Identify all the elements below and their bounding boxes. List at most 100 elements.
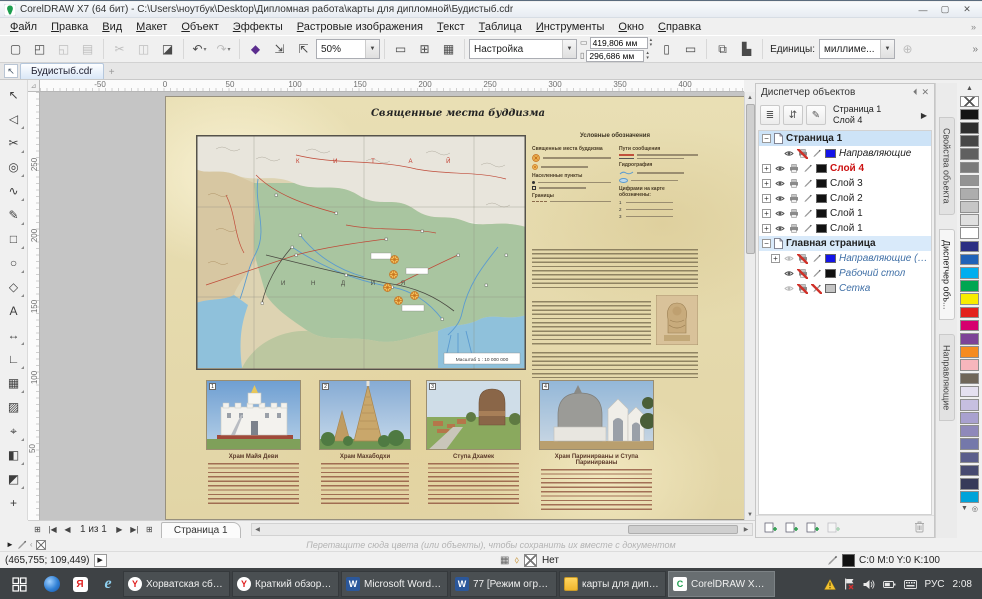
palette-color-swatch[interactable] [960,122,979,134]
scroll-down-button[interactable]: ▼ [745,509,755,520]
tree-row-master-page[interactable]: − Главная страница [759,236,931,251]
palette-color-swatch[interactable] [960,241,979,253]
paste-button[interactable]: ◪ [156,38,179,60]
palette-color-swatch[interactable] [960,412,979,424]
previous-page-button[interactable]: ◀ [60,523,75,537]
drawing-scale-button[interactable]: ▙ [735,38,758,60]
smart-fill-tool[interactable]: ◩ [2,467,26,491]
visibility-eye-icon[interactable] [774,194,785,204]
tree-row-layer4[interactable]: + Слой 4 [759,161,931,176]
menu-item[interactable]: Растровые изображения [290,20,430,34]
palette-color-swatch[interactable] [960,320,979,332]
copy-settings-button[interactable]: ⧉ [711,38,734,60]
taskbar-task-button[interactable]: W77 [Режим огранич... [450,571,557,597]
menu-item[interactable]: Инструменты [529,20,612,34]
menu-item[interactable]: Вид [95,20,129,34]
editable-pen-icon[interactable] [811,149,822,159]
portrait-button[interactable]: ▯ [655,38,678,60]
menu-item[interactable]: Макет [129,20,174,34]
editable-pen-icon[interactable] [802,179,813,189]
artistic-media-tool[interactable]: ✎ [2,203,26,227]
menu-item[interactable]: Справка [651,20,708,34]
expand-toggle[interactable]: + [762,194,771,203]
print-button[interactable]: ▤ [76,38,99,60]
pick-tool[interactable]: ↖ [2,83,26,107]
palette-color-swatch[interactable] [960,135,979,147]
browser-quick-launch[interactable] [38,568,66,599]
visibility-eye-icon[interactable] [783,254,794,264]
layer-color-swatch[interactable] [825,254,836,263]
vertical-scrollbar[interactable]: ▲ ▼ [744,92,755,520]
spinner[interactable]: ▴▾ [646,51,649,61]
collapse-toggle[interactable]: − [762,134,771,143]
last-page-button[interactable]: ▶| [127,523,142,537]
zoom-level-select[interactable]: 50%▼ [316,39,380,59]
save-button[interactable]: ◱ [52,38,75,60]
ruler-origin-corner[interactable]: ⊿ [28,80,40,92]
open-button[interactable]: ◰ [28,38,51,60]
taskbar-task-button[interactable]: YКраткий обзор Arc... [232,571,339,597]
palette-color-swatch[interactable] [960,214,979,226]
coords-flyout-button[interactable]: ▶ [94,554,107,567]
expand-toggle[interactable]: + [771,254,780,263]
palette-color-swatch[interactable] [960,399,979,411]
taskbar-task-button[interactable]: YХорватская сборна... [123,571,230,597]
maximize-button[interactable]: ▢ [934,3,956,17]
show-object-properties-button[interactable]: ≣ [760,105,780,125]
horizontal-scroll-thumb[interactable] [628,525,738,534]
taskbar-task-button[interactable]: WMicrosoft Word (Сб... [341,571,448,597]
expand-toggle[interactable]: + [762,209,771,218]
taskbar-task-button[interactable]: карты для диплом... [559,571,666,597]
palette-color-swatch[interactable] [960,346,979,358]
interactive-fill-tool[interactable]: ◧ [2,443,26,467]
palette-color-swatch[interactable] [960,333,979,345]
palette-expand-button[interactable]: ◎ [972,505,978,513]
collapse-toggle[interactable]: − [762,239,771,248]
speaker-icon[interactable] [863,579,875,590]
editable-pen-icon[interactable] [811,284,822,294]
palette-color-swatch[interactable] [960,227,979,239]
page-height-field[interactable]: 296,686 мм [586,50,644,62]
palette-color-swatch[interactable] [960,201,979,213]
redo-button[interactable]: ↷▾ [212,38,235,60]
printable-icon[interactable] [797,284,808,294]
palette-color-swatch[interactable] [960,438,979,450]
tree-row-guides[interactable]: Направляющие [759,146,931,161]
menu-item[interactable]: Файл [3,20,44,34]
horizontal-scrollbar[interactable]: ◀ ▶ [251,523,753,536]
layer-color-swatch[interactable] [825,149,836,158]
printable-icon[interactable] [788,179,799,189]
palette-color-swatch[interactable] [960,280,979,292]
show-rulers-button[interactable]: ⊞ [413,38,436,60]
printable-icon[interactable] [797,269,808,279]
battery-icon[interactable] [883,579,896,590]
drop-shadow-tool[interactable]: ▦ [2,371,26,395]
tree-row-master-guides[interactable]: + Направляющие (все стр [759,251,931,266]
landscape-button[interactable]: ▭ [679,38,702,60]
clock[interactable]: 2:08 [953,579,972,590]
full-screen-preview-button[interactable]: ▭ [389,38,412,60]
tree-row-page1[interactable]: − Страница 1 [759,131,931,146]
menu-item[interactable]: Текст [430,20,472,34]
menu-item[interactable]: Таблица [472,20,529,34]
palette-color-swatch[interactable] [960,109,979,121]
next-page-button[interactable]: ▶ [112,523,127,537]
transparency-tool[interactable]: ▨ [2,395,26,419]
palette-color-swatch[interactable] [960,188,979,200]
printable-icon[interactable] [788,164,799,174]
page-width-field[interactable]: 419,806 мм [590,37,648,49]
visibility-eye-icon[interactable] [783,269,794,279]
editable-pen-icon[interactable] [811,269,822,279]
new-layer-button[interactable] [764,520,777,533]
palette-color-swatch[interactable] [960,491,979,503]
show-grid-button[interactable]: ▦ [437,38,460,60]
polygon-tool[interactable]: ◇ [2,275,26,299]
units-select[interactable]: миллиме...▼ [819,39,895,59]
yandex-quick-launch[interactable]: Я [66,568,94,599]
layer-manager-view-button[interactable]: ✎ [806,105,826,125]
menu-item[interactable]: Правка [44,20,95,34]
dimension-tool[interactable]: ↔ [2,323,26,347]
taskbar-task-button[interactable]: CCorelDRAW X7 (64 ... [668,571,775,597]
export-button[interactable]: ⇱ [292,38,315,60]
palette-color-swatch[interactable] [960,254,979,266]
